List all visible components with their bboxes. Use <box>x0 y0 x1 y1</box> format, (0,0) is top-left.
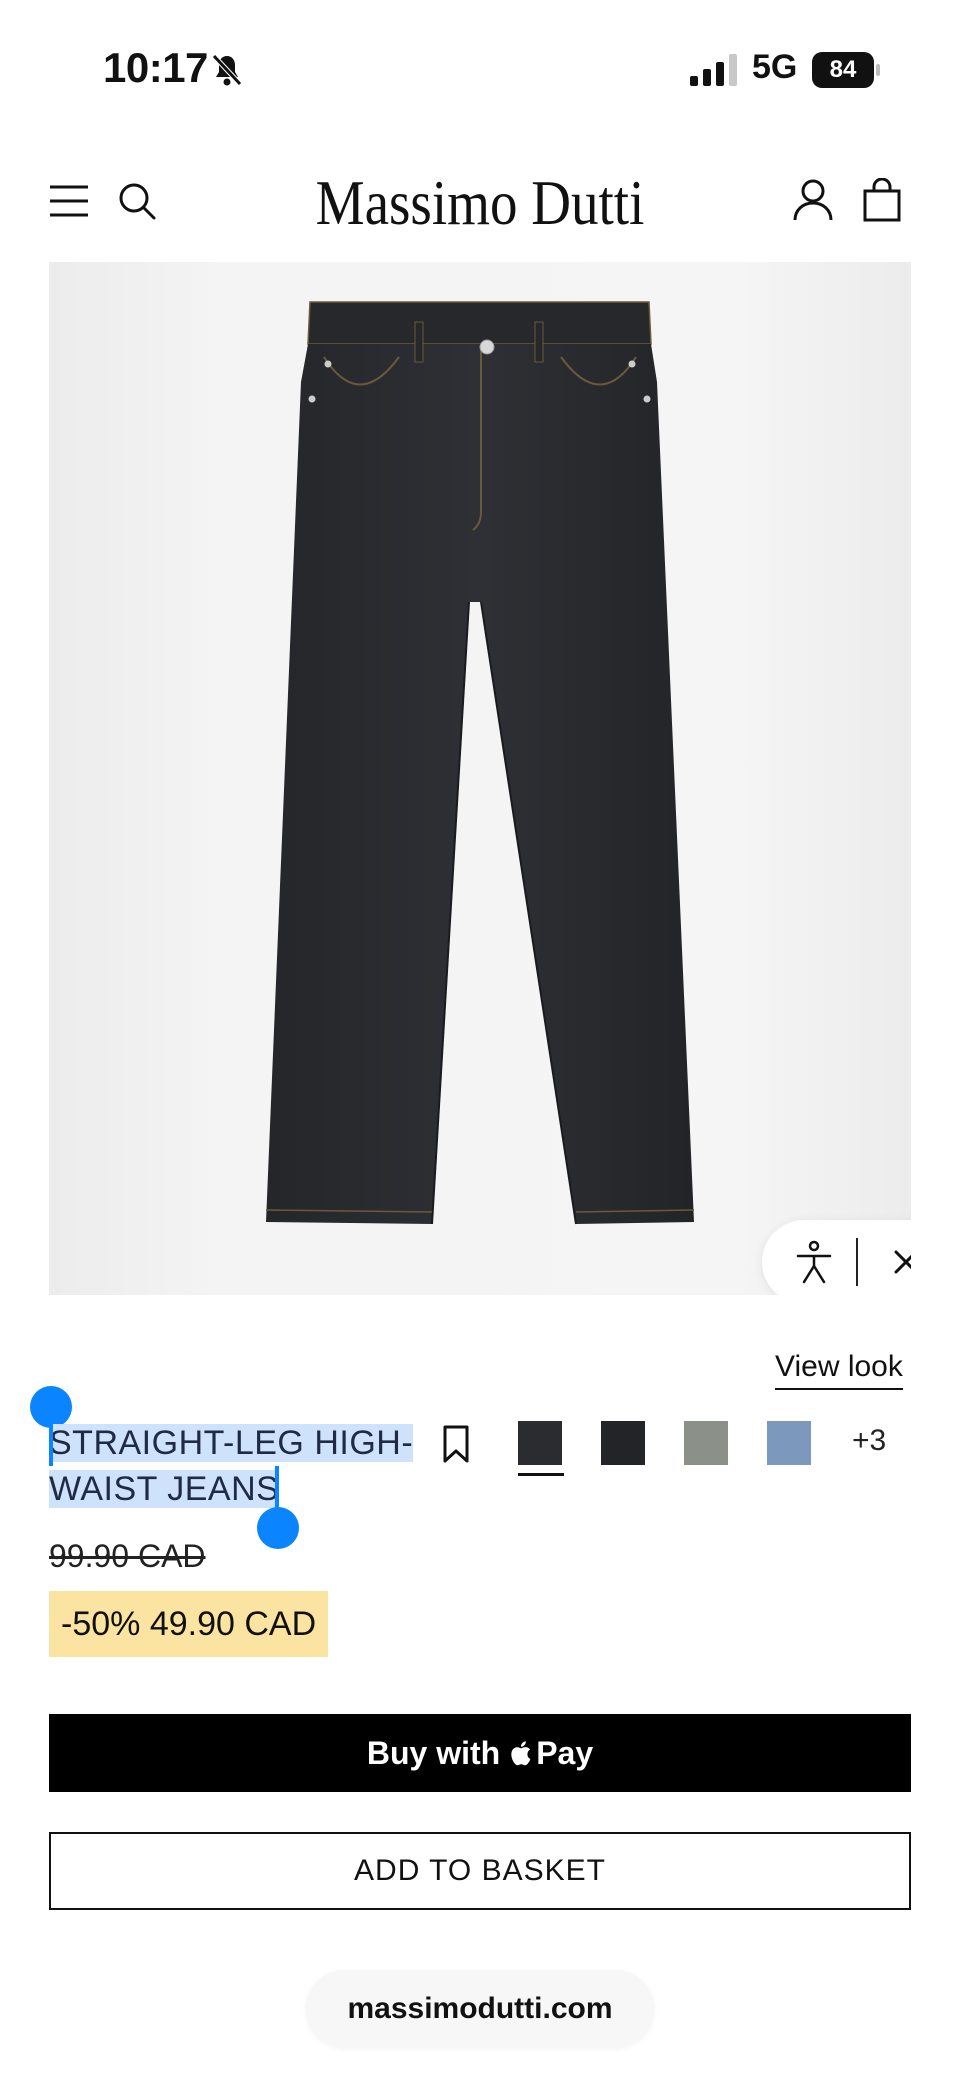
selection-handle-end[interactable] <box>257 1507 299 1549</box>
menu-icon[interactable] <box>48 180 90 222</box>
status-bar: 10:17 5G 84 <box>0 0 960 140</box>
view-look-link[interactable]: View look <box>775 1350 903 1390</box>
sale-price-badge: -50% 49.90 CAD <box>49 1591 329 1657</box>
product-title-wrap: STRAIGHT-LEG HIGH-WAIST JEANS <box>49 1420 429 1512</box>
color-swatch-black[interactable] <box>601 1421 645 1465</box>
color-swatch-light-blue[interactable] <box>767 1421 811 1465</box>
person-icon[interactable] <box>792 1240 836 1284</box>
battery-level: 84 <box>812 52 874 88</box>
selected-swatch-indicator <box>518 1473 564 1476</box>
network-label: 5G <box>752 48 798 86</box>
add-to-basket-button[interactable]: ADD TO BASKET <box>49 1832 911 1910</box>
bookmark-icon[interactable] <box>440 1424 472 1464</box>
color-swatch-dark-rinse[interactable] <box>518 1421 562 1465</box>
status-time: 10:17 <box>103 44 208 91</box>
battery-tip <box>876 64 880 76</box>
apple-logo-icon <box>511 1741 531 1766</box>
color-swatch-grey[interactable] <box>684 1421 728 1465</box>
fit-view-pill <box>762 1220 911 1295</box>
pill-divider <box>856 1238 858 1286</box>
apple-pay-prefix: Buy with <box>366 1734 501 1771</box>
apple-pay-mark: Pay <box>508 1735 593 1772</box>
selection-caret-start <box>49 1420 53 1466</box>
original-price: 99.90 CAD <box>49 1538 206 1574</box>
close-icon[interactable] <box>890 1246 911 1278</box>
account-icon[interactable] <box>792 178 834 222</box>
signal-icon <box>690 54 737 86</box>
apple-pay-word: Pay <box>536 1734 594 1771</box>
site-header: Massimo Dutti <box>0 160 960 250</box>
more-colors-count[interactable]: +3 <box>852 1424 886 1458</box>
selection-caret-end <box>275 1466 279 1512</box>
product-title: STRAIGHT-LEG HIGH-WAIST JEANS <box>49 1424 414 1508</box>
product-image[interactable] <box>49 262 911 1295</box>
battery-icon: 84 <box>812 52 880 88</box>
brand-logo[interactable]: Massimo Dutti <box>308 166 652 240</box>
browser-url-bar[interactable]: massimodutti.com <box>306 1970 654 2048</box>
apple-pay-button[interactable]: Buy with Pay <box>49 1714 911 1792</box>
bell-slash-icon <box>212 54 242 86</box>
bag-icon[interactable] <box>862 178 902 222</box>
search-icon[interactable] <box>116 180 158 222</box>
jeans-illustration <box>265 301 695 1225</box>
